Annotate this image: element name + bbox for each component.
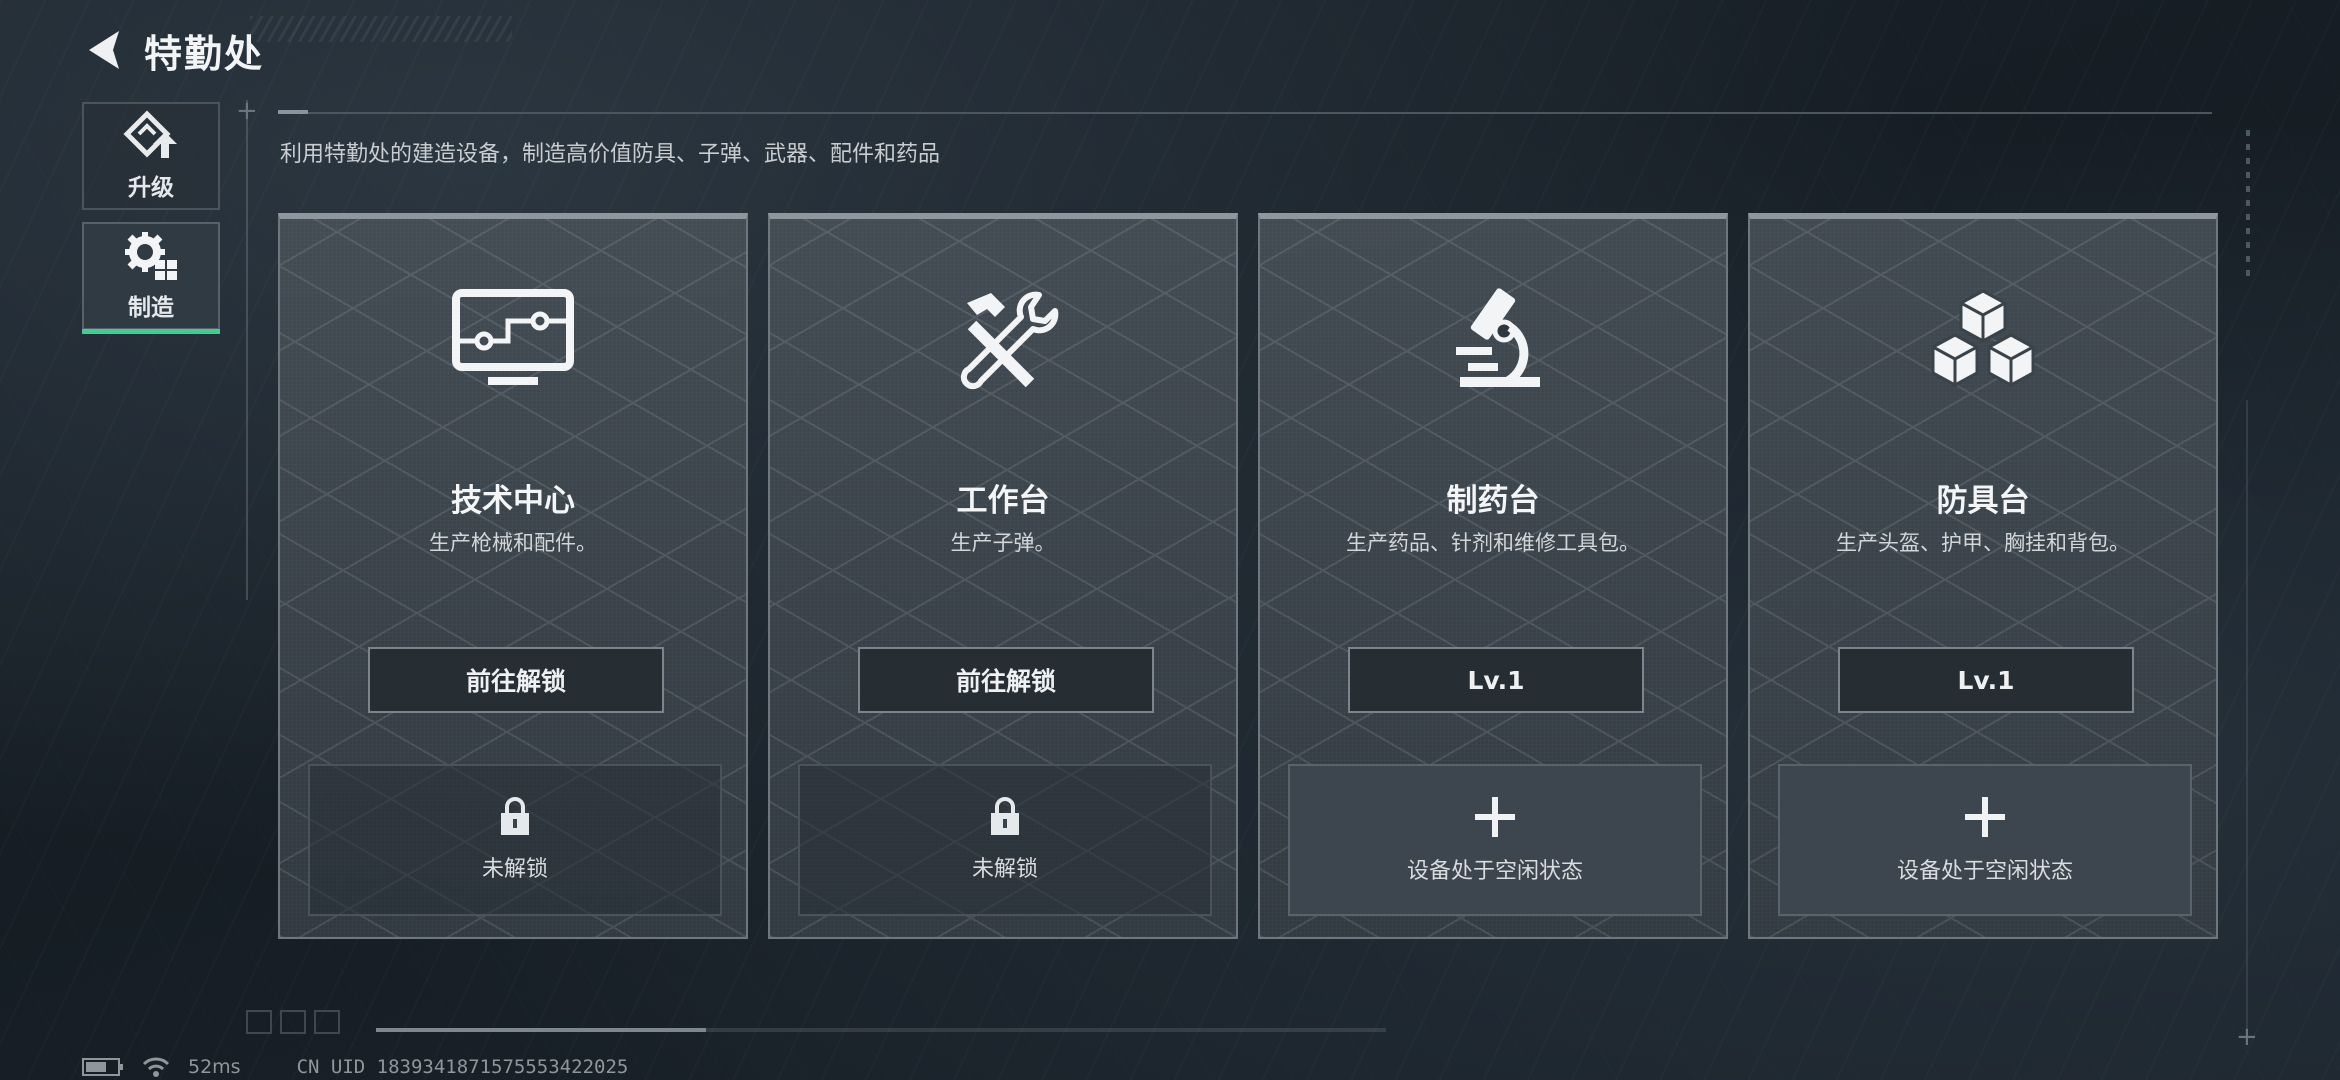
title-decoration	[250, 16, 512, 42]
hammer-wrench-icon	[960, 291, 1059, 390]
unlock-button[interactable]: 前往解锁	[368, 647, 664, 713]
battery-icon	[82, 1057, 124, 1077]
card-icon-wrap	[1750, 285, 2216, 395]
slot-status-text: 未解锁	[971, 857, 1038, 882]
decor-box	[314, 1010, 340, 1034]
card-title: 制药台	[1446, 483, 1540, 519]
wifi-icon	[142, 1056, 170, 1078]
card-subtitle: 生产药品、针剂和维修工具包。	[1346, 531, 1640, 555]
level-button[interactable]: Lv.1	[1838, 647, 2134, 713]
uid-text: CN UID 1839341871575553422025	[296, 1056, 629, 1078]
nav-item-craft[interactable]: 制造	[82, 222, 220, 334]
bottom-decoration	[246, 1010, 340, 1034]
slot-status-text: 设备处于空闲状态	[1406, 859, 1583, 884]
card-icon-wrap	[770, 285, 1236, 395]
card-icon-wrap	[280, 285, 746, 395]
card-title: 防具台	[1936, 483, 2030, 519]
cubes-icon	[1931, 289, 2035, 387]
gear-icon	[125, 232, 177, 280]
ping-text: 52ms	[188, 1056, 241, 1078]
card-title: 工作台	[956, 483, 1050, 519]
microscope-icon	[1456, 288, 1540, 388]
workstation-card-pharmacy[interactable]: 制药台 生产药品、针剂和维修工具包。 Lv.1 设备处于空闲状态	[1258, 213, 1728, 939]
lock-icon	[991, 797, 1019, 835]
production-slot[interactable]: 设备处于空闲状态	[1778, 764, 2192, 916]
production-slot[interactable]: 未解锁	[798, 764, 1212, 916]
production-slot[interactable]: 设备处于空闲状态	[1288, 764, 1702, 916]
computer-icon	[452, 289, 574, 385]
nav-item-craft-label: 制造	[128, 295, 174, 321]
decor-box	[280, 1010, 306, 1034]
card-icon-wrap	[1260, 285, 1726, 395]
page-title: 特勤处	[144, 31, 265, 76]
decor-rail	[2246, 130, 2250, 280]
lock-icon	[501, 797, 529, 835]
production-slot[interactable]: 未解锁	[308, 764, 722, 916]
back-button[interactable]	[78, 24, 130, 76]
section-description: 利用特勤处的建造设备，制造高价值防具、子弹、武器、配件和药品	[280, 142, 941, 167]
workstation-card-armor[interactable]: 防具台 生产头盔、护甲、胸挂和背包。 Lv.1 设备处于空闲状态	[1748, 213, 2218, 939]
decor-line	[246, 100, 248, 600]
back-arrow-icon	[89, 31, 119, 69]
workstation-card-workbench[interactable]: 工作台 生产子弹。 前往解锁 未解锁	[768, 213, 1238, 939]
slot-status-text: 设备处于空闲状态	[1896, 859, 2073, 884]
workstation-card-tech-center[interactable]: 技术中心 生产枪械和配件。 前往解锁 未解锁	[278, 213, 748, 939]
card-subtitle: 生产子弹。	[950, 531, 1056, 555]
status-bar: 52ms CN UID 1839341871575553422025	[82, 1056, 646, 1078]
page-header: 特勤处	[78, 22, 264, 78]
workstation-list: 技术中心 生产枪械和配件。 前往解锁 未解锁 工作台 生产子弹。 前往解锁 未解…	[278, 213, 2218, 939]
decor-cross: +	[236, 96, 258, 126]
nav-item-upgrade-label: 升级	[128, 175, 174, 201]
nav-item-upgrade[interactable]: 升级	[82, 102, 220, 210]
decor-line-right	[2246, 400, 2248, 1040]
card-title: 技术中心	[451, 483, 575, 519]
plus-icon	[1965, 797, 2005, 837]
unlock-button[interactable]: 前往解锁	[858, 647, 1154, 713]
header-divider	[278, 110, 2212, 114]
decor-cross: +	[2236, 1022, 2258, 1052]
plus-icon	[1475, 797, 1515, 837]
scrollbar-thumb[interactable]	[376, 1028, 706, 1032]
slot-status-text: 未解锁	[481, 857, 548, 882]
card-subtitle: 生产枪械和配件。	[429, 531, 597, 555]
card-subtitle: 生产头盔、护甲、胸挂和背包。	[1836, 531, 2130, 555]
decor-box	[246, 1010, 272, 1034]
upgrade-icon	[123, 110, 177, 158]
side-nav: 升级 制造	[82, 102, 220, 342]
level-button[interactable]: Lv.1	[1348, 647, 1644, 713]
